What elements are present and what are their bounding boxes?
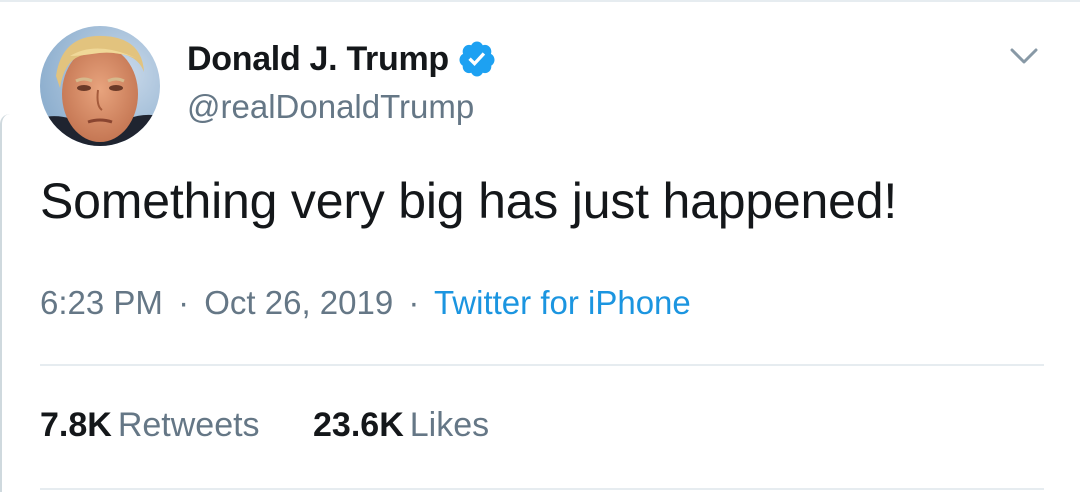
display-name[interactable]: Donald J. Trump [187,40,449,79]
retweets-count: 7.8K [40,406,112,444]
verified-badge-icon [459,41,495,77]
meta-separator: · [178,284,190,321]
tweet-header: Donald J. Trump @realDonaldTrump [40,26,1044,150]
display-name-row: Donald J. Trump [187,38,497,80]
divider [40,364,1044,366]
tweet-card: Donald J. Trump @realDonaldTrump Somethi… [40,26,1044,490]
tweet-date[interactable]: Oct 26, 2019 [204,284,393,321]
tweet-page: Donald J. Trump @realDonaldTrump Somethi… [0,0,1080,492]
likes-count: 23.6K [313,406,404,444]
chevron-down-icon[interactable] [1006,40,1042,70]
author-handle[interactable]: @realDonaldTrump [187,88,497,126]
tweet-time[interactable]: 6:23 PM [40,284,163,321]
tweet-meta: 6:23 PM · Oct 26, 2019 · Twitter for iPh… [40,284,691,322]
likes-label: Likes [409,406,490,444]
meta-separator: · [408,284,420,321]
tweet-text: Something very big has just happened! [40,173,898,229]
divider [40,488,1044,490]
avatar[interactable] [40,26,160,146]
retweets-stat[interactable]: 7.8K Retweets [40,406,260,445]
tweet-source-link[interactable]: Twitter for iPhone [434,284,691,321]
tweet-stats: 7.8K Retweets 23.6K Likes [40,406,533,445]
retweets-label: Retweets [117,406,260,444]
likes-stat[interactable]: 23.6K Likes [313,406,489,445]
left-edge-border [0,114,10,492]
author-names: Donald J. Trump @realDonaldTrump [187,26,497,126]
avatar-image [40,26,160,146]
